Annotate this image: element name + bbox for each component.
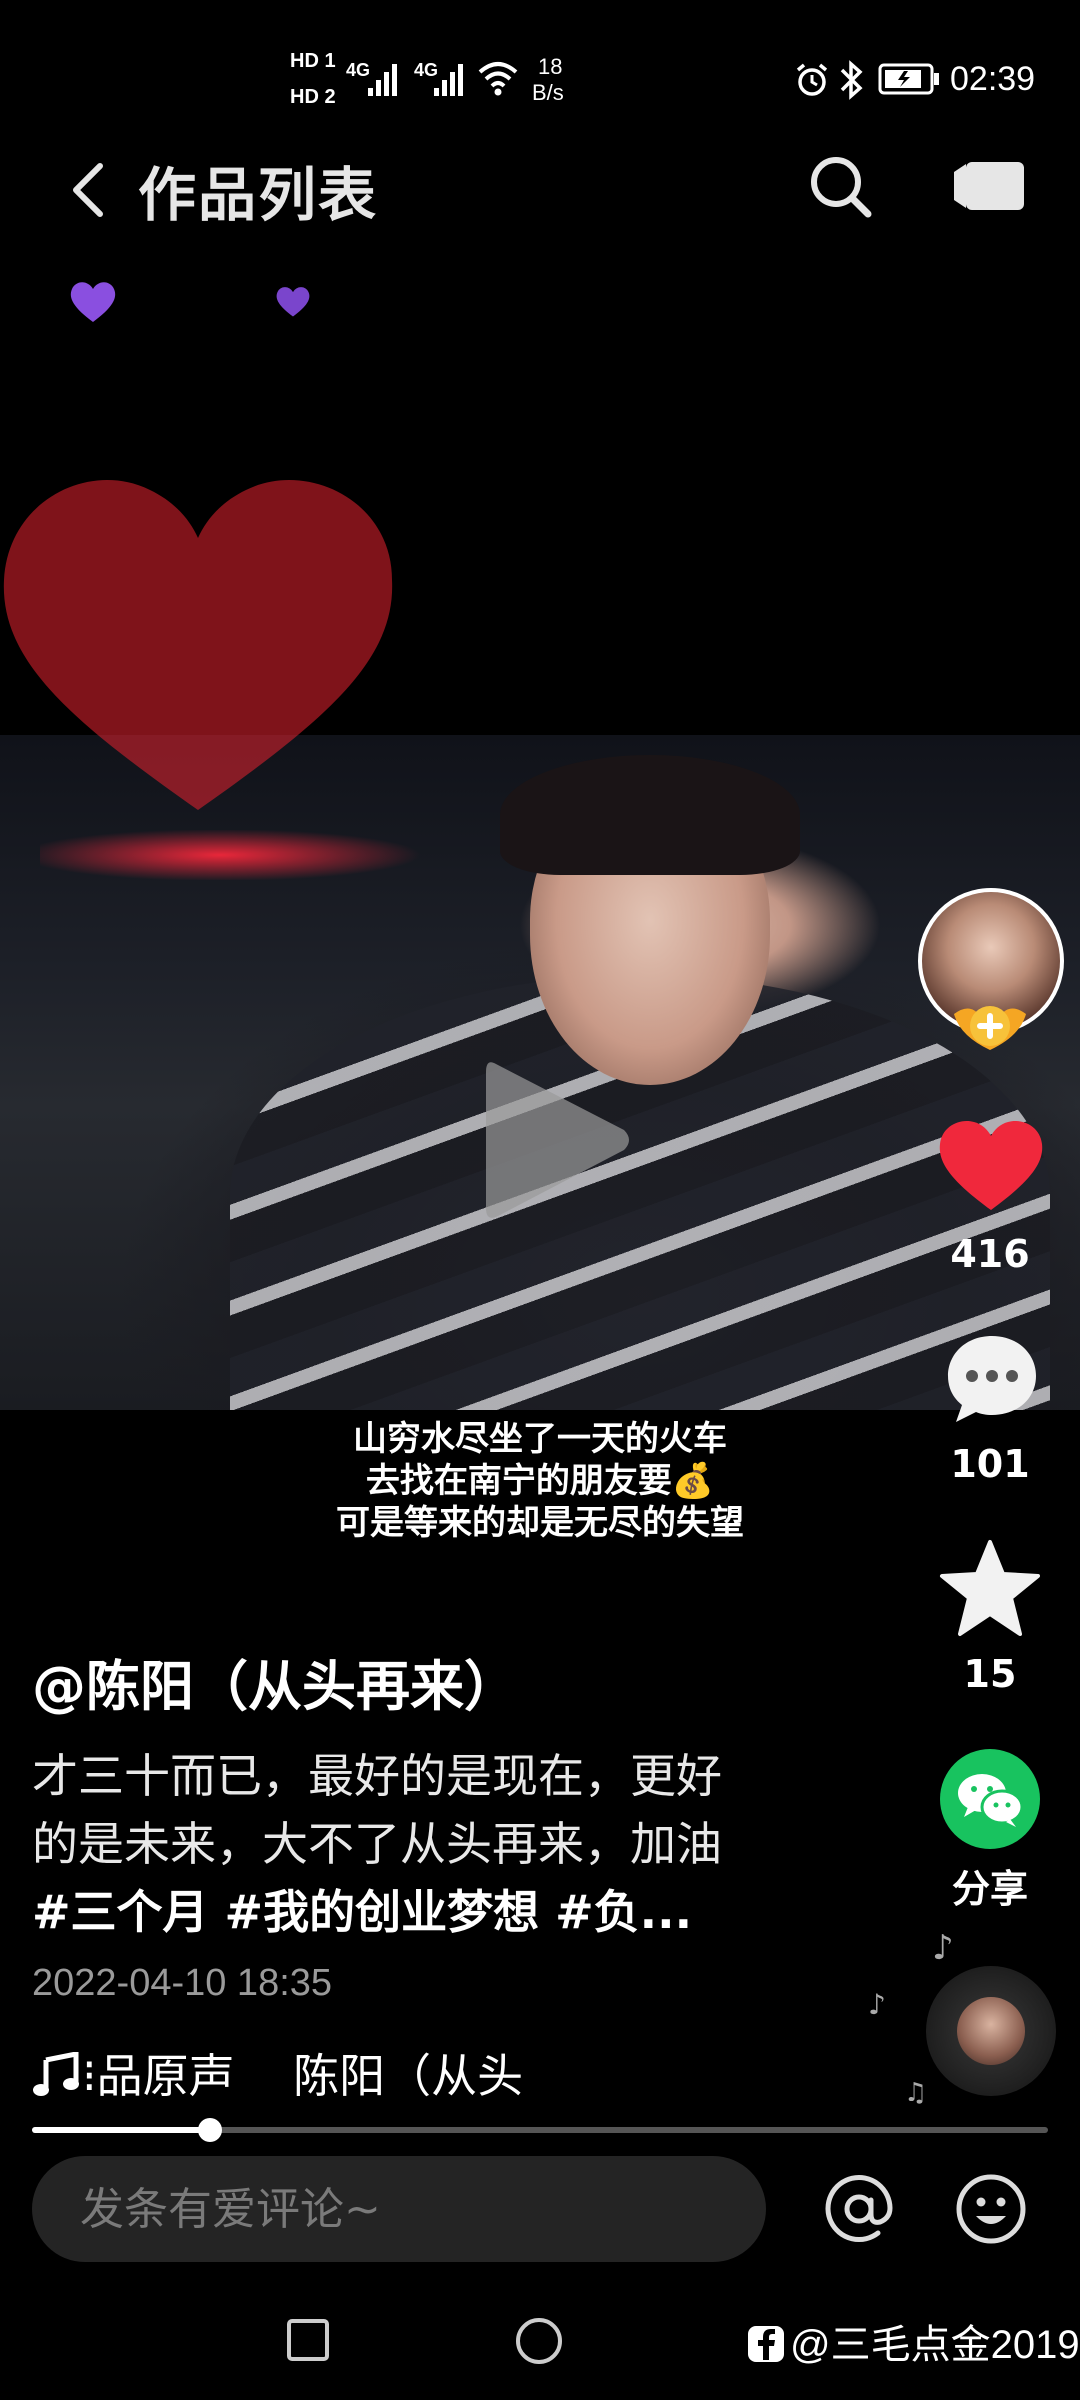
music-note-icon: ♫	[904, 2078, 928, 2108]
wechat-icon	[958, 1774, 1024, 1827]
caption-line: 山穷水尽坐了一天的火车	[353, 1419, 727, 1459]
watermark-text: @三毛点金2019	[790, 2323, 1080, 2367]
facebook-icon	[748, 2326, 784, 2362]
status-bar: HD 1 HD 2 4G 4G 18 B/s 02:39	[0, 0, 1080, 150]
like-count: 416	[950, 1232, 1030, 1276]
wifi-icon	[478, 62, 518, 96]
music-note-icon: ♪	[868, 1988, 886, 2021]
video-hair	[500, 755, 800, 875]
progress-thumb[interactable]	[197, 2118, 222, 2142]
search-icon[interactable]	[806, 152, 874, 220]
back-icon[interactable]	[62, 160, 112, 220]
post-date: 2022-04-10 18:35	[32, 1962, 333, 2004]
favorite-star-icon[interactable]	[938, 1538, 1042, 1638]
music-info[interactable]: ⁝品原声 陈阳（从头	[32, 2040, 523, 2106]
video-caption: 山穷水尽坐了一天的火车 去找在南宁的朋友要💰 可是等来的却是无尽的失望	[220, 1418, 860, 1544]
share-button[interactable]	[940, 1749, 1040, 1849]
signal-icon	[368, 64, 397, 96]
caption-line: 可是等来的却是无尽的失望	[336, 1503, 744, 1543]
bluetooth-icon	[840, 60, 863, 100]
at-mention-icon[interactable]	[822, 2172, 896, 2246]
follow-plus-icon[interactable]	[950, 996, 1030, 1054]
music-note-icon: ♪	[932, 1928, 954, 1968]
description-line: 的是未来，大不了从头再来，加油	[32, 1817, 722, 1871]
signal-icon-2	[434, 64, 463, 96]
music-title: ⁝品原声 陈阳（从头	[82, 2049, 524, 2103]
post-description: 才三十而已，最好的是现在，更好 的是未来，大不了从头再来，加油 #三个月 #我的…	[32, 1742, 832, 1946]
clock: 02:39	[950, 60, 1036, 98]
music-disc-cover	[957, 1997, 1025, 2065]
like-heart-icon[interactable]	[936, 1118, 1046, 1214]
caption-line: 去找在南宁的朋友要💰	[365, 1461, 715, 1501]
net-speed-value: 18	[538, 54, 563, 79]
purple-heart-icon	[276, 287, 310, 317]
background-lights	[40, 830, 440, 880]
music-icon	[33, 2052, 79, 2096]
net-speed-unit: B/s	[532, 80, 564, 105]
comment-bubble-icon[interactable]	[944, 1330, 1040, 1426]
play-icon[interactable]	[478, 1050, 638, 1230]
alarm-icon	[796, 63, 828, 96]
hd1-indicator: HD 1	[290, 50, 336, 72]
comment-count: 101	[950, 1442, 1030, 1486]
recent-apps-button[interactable]	[286, 2318, 330, 2362]
camera-icon[interactable]	[952, 158, 1026, 214]
watermark: @三毛点金2019	[746, 2312, 1080, 2370]
hashtags[interactable]: #三个月 #我的创业梦想 #负...	[32, 1878, 832, 1946]
share-label: 分享	[951, 1867, 1028, 1911]
page-title: 作品列表	[138, 161, 379, 229]
battery-icon	[878, 63, 939, 95]
progress-fill	[32, 2127, 210, 2133]
favorite-count: 15	[963, 1652, 1017, 1696]
description-line: 才三十而已，最好的是现在，更好	[32, 1749, 722, 1803]
author-name[interactable]: @陈阳（从头再来）	[32, 1642, 518, 1721]
purple-heart-icon	[70, 282, 116, 322]
hd2-indicator: HD 2	[290, 86, 336, 108]
floating-heart-icon	[3, 480, 393, 810]
comment-input[interactable]	[32, 2156, 766, 2262]
home-button[interactable]	[514, 2316, 564, 2366]
emoji-icon[interactable]	[954, 2172, 1028, 2246]
